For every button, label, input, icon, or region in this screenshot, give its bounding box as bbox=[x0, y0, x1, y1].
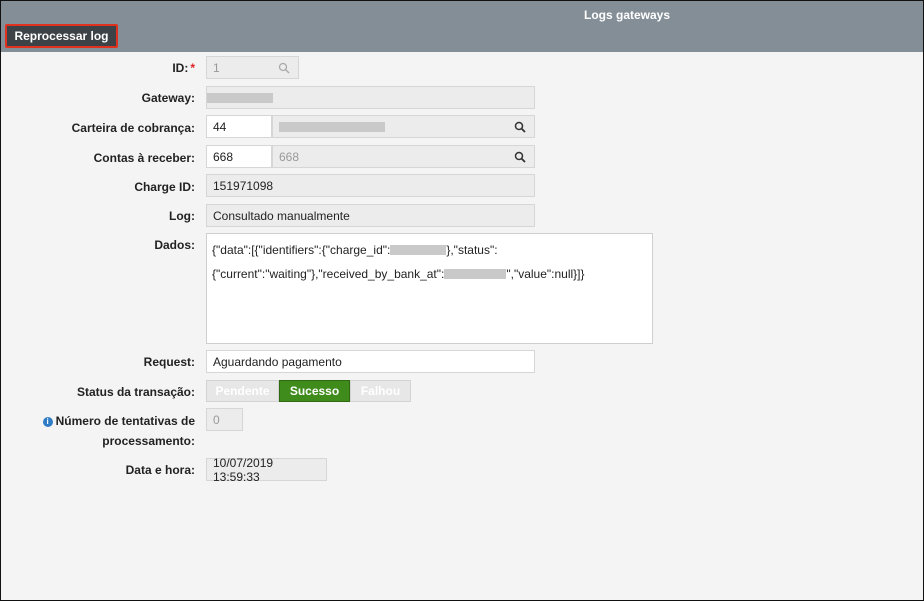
id-value: 1 bbox=[213, 60, 220, 75]
window-title: Logs gateways bbox=[584, 8, 671, 22]
status-option-sucesso[interactable]: Sucesso bbox=[279, 380, 350, 402]
data-hora-field: 10/07/2019 13:59:33 bbox=[206, 456, 327, 484]
tentativas-field: 0 bbox=[206, 408, 243, 431]
dados-label: Dados: bbox=[154, 238, 195, 252]
carteira-label: Carteira de cobrança: bbox=[71, 121, 195, 135]
carteira-description-field[interactable] bbox=[272, 115, 535, 138]
data-hora-label: Data e hora: bbox=[125, 463, 195, 477]
charge-id-label: Charge ID: bbox=[134, 180, 195, 194]
status-label: Status da transação: bbox=[76, 385, 195, 399]
redacted-value bbox=[279, 121, 385, 132]
request-input[interactable]: Aguardando pagamento bbox=[206, 350, 535, 373]
redacted-value bbox=[444, 269, 507, 279]
contas-code-input[interactable]: 668 bbox=[206, 145, 272, 168]
redacted-value bbox=[390, 245, 447, 255]
search-icon[interactable] bbox=[514, 151, 526, 163]
dados-line-2: {"current":"waiting"},"received_by_bank_… bbox=[212, 267, 585, 281]
tentativas-label: i Número de tentativas de bbox=[42, 414, 195, 428]
search-icon[interactable] bbox=[514, 121, 526, 133]
log-label: Log: bbox=[169, 209, 195, 223]
gateway-field bbox=[206, 86, 535, 109]
redacted-value bbox=[207, 92, 273, 103]
info-icon[interactable]: i bbox=[42, 417, 53, 427]
request-label: Request: bbox=[143, 355, 195, 369]
gateway-label: Gateway: bbox=[141, 91, 195, 105]
dados-line-1: {"data":[{"identifiers":{"charge_id":},"… bbox=[212, 243, 498, 257]
charge-id-field: 151971098 bbox=[206, 174, 535, 197]
status-option-pendente[interactable]: Pendente bbox=[206, 380, 279, 402]
log-field: Consultado manualmente bbox=[206, 204, 535, 227]
contas-label: Contas à receber: bbox=[93, 151, 195, 165]
status-option-falhou[interactable]: Falhou bbox=[350, 380, 411, 402]
search-icon[interactable] bbox=[278, 62, 290, 74]
contas-description-value: 668 bbox=[279, 149, 300, 164]
id-field[interactable]: 1 bbox=[206, 56, 299, 79]
required-marker: * bbox=[190, 61, 195, 75]
reprocess-log-button[interactable]: Reprocessar log bbox=[5, 24, 118, 48]
window-titlebar: Logs gateways Reprocessar log bbox=[1, 1, 923, 52]
contas-description-field[interactable]: 668 bbox=[272, 145, 535, 168]
tentativas-label-line2: processamento: bbox=[102, 434, 195, 448]
carteira-code-input[interactable]: 44 bbox=[206, 115, 272, 138]
dados-textarea[interactable]: {"data":[{"identifiers":{"charge_id":},"… bbox=[206, 233, 653, 344]
id-label: ID: * bbox=[172, 61, 195, 75]
